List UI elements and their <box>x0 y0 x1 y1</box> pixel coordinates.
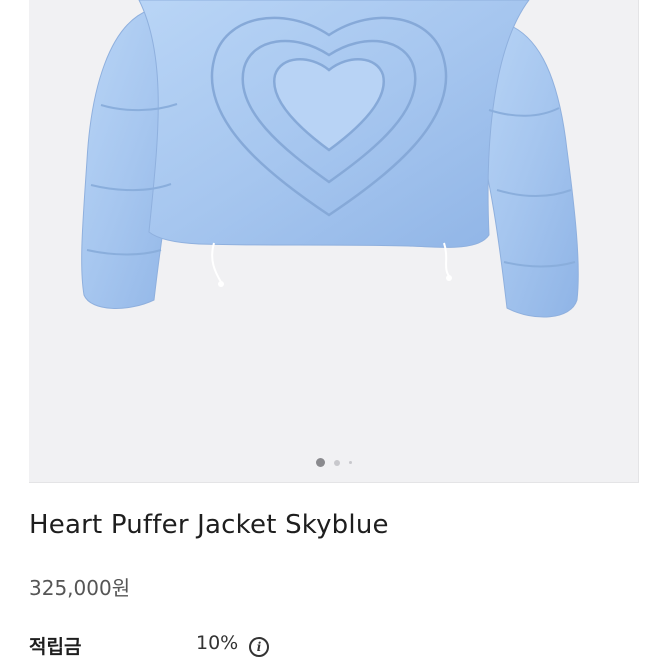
info-icon[interactable]: i <box>249 637 269 657</box>
carousel-dot-1[interactable] <box>315 458 325 467</box>
carousel-indicators <box>29 458 638 467</box>
puffer-jacket-image <box>81 0 579 318</box>
carousel-dot-2[interactable] <box>333 459 340 466</box>
points-label: 적립금 <box>29 636 82 658</box>
product-price: 325,000원 <box>29 576 131 600</box>
carousel-dot-3[interactable] <box>348 461 352 464</box>
product-image-gallery[interactable] <box>29 0 639 483</box>
points-value: 10% <box>196 632 239 654</box>
product-title: Heart Puffer Jacket Skyblue <box>29 510 389 540</box>
